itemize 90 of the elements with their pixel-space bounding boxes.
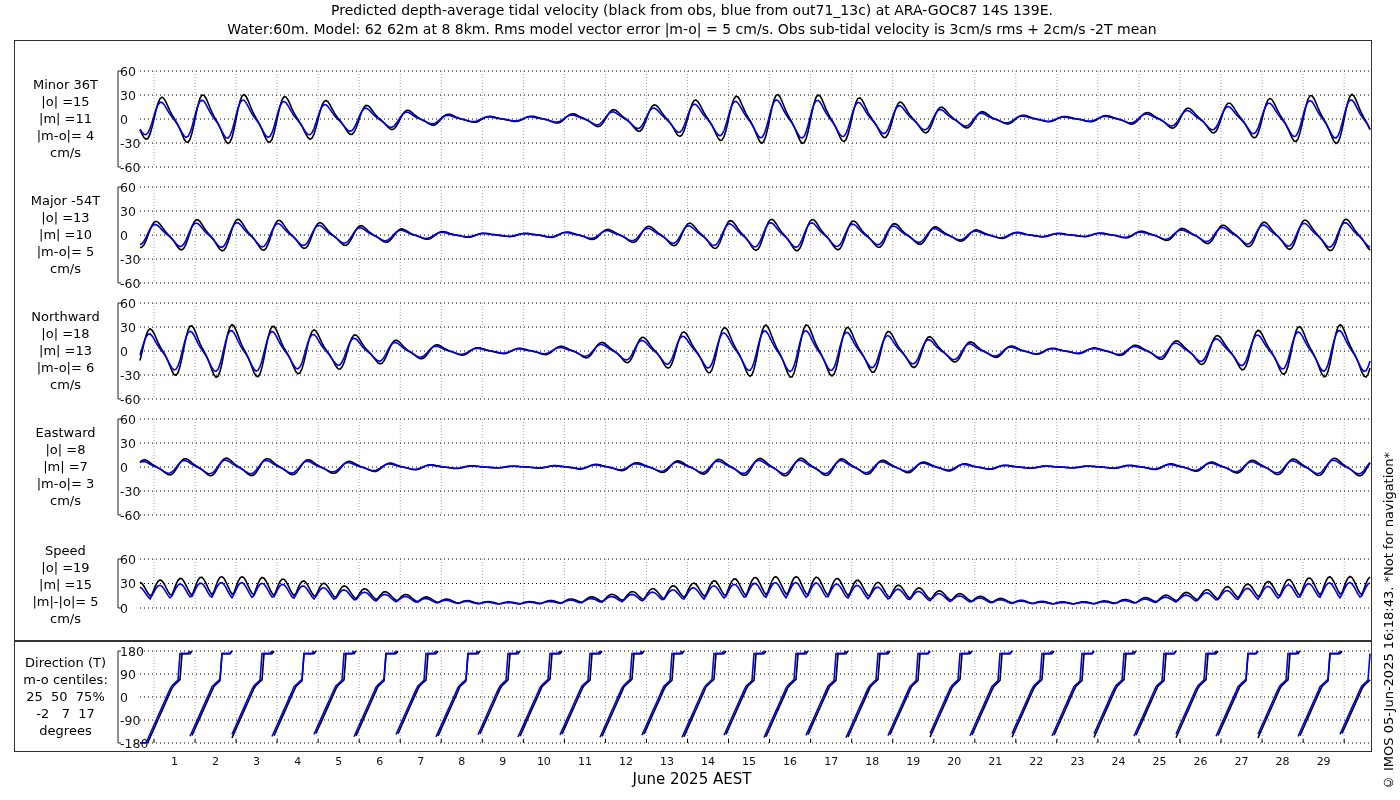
axis-tick-label: 30: [120, 87, 136, 103]
axis-tick-label: 60: [120, 63, 136, 79]
axis-tick-label: 22: [1029, 755, 1044, 768]
axis-tick-label: 24: [1111, 755, 1126, 768]
chart-title: Water:60m. Model: 62 62m at 8 8km. Rms model vector error |m-o| = 5 cm/s. Obs sub-tidal velocity is 3cm/s rms + 2cm/s -2T mean: [227, 20, 1157, 39]
panel-label: Minor 36T: [33, 76, 98, 93]
axis-tick-label: 30: [120, 435, 136, 451]
axis-tick-label: -60: [120, 507, 141, 523]
axis-tick-label: 0: [120, 227, 128, 243]
axis-tick-label: 17: [824, 755, 839, 768]
axis-tick-label: 10: [536, 755, 551, 768]
panel-label: |m-o|= 3: [36, 475, 95, 492]
axis-tick-label: 0: [120, 111, 128, 127]
axis-tick-label: 18: [865, 755, 880, 768]
axis-tick-label: 60: [120, 551, 136, 567]
panel-label: |o| =15: [41, 93, 90, 110]
panel-label: Major -54T: [30, 192, 101, 209]
axis-tick-label: -30: [120, 251, 141, 267]
panel-label: |m|-|o|= 5: [32, 593, 99, 610]
panel-label: |o| =13: [41, 209, 90, 226]
panel-label: |m| =13: [39, 342, 92, 359]
axis-tick-label: 60: [120, 411, 136, 427]
axis-tick-label: 21: [988, 755, 1003, 768]
panel-label: Speed: [45, 542, 86, 559]
axis-tick-label: 90: [120, 666, 136, 682]
panel-label: |o| =19: [41, 559, 90, 576]
axis-tick-label: 20: [947, 755, 962, 768]
axis-tick-label: -30: [120, 367, 141, 383]
axis-tick-label: -30: [120, 135, 141, 151]
axis-tick-label: 8: [458, 755, 466, 768]
axis-tick-label: 14: [701, 755, 716, 768]
axis-tick-label: 4: [294, 755, 302, 768]
axis-tick-label: 16: [783, 755, 798, 768]
panel-label: Eastward: [35, 424, 96, 441]
panel-label: -2 7 17: [36, 705, 95, 722]
axis-tick-label: -90: [120, 712, 141, 728]
panel-label: cm/s: [50, 260, 81, 277]
axis-tick-label: 0: [120, 689, 128, 705]
panel-label: |o| =8: [45, 441, 86, 458]
axis-tick-label: 26: [1193, 755, 1208, 768]
axis-tick-label: 6: [376, 755, 384, 768]
panel-label: cm/s: [50, 376, 81, 393]
panel-label: Northward: [31, 308, 100, 325]
panel-label: 25 50 75%: [26, 688, 105, 705]
axis-tick-label: 1: [171, 755, 178, 768]
footer-note: © IMOS 05-Jun-2025 16:18:43. *Not for navigation*: [1381, 451, 1397, 790]
panel-label: cm/s: [50, 144, 81, 161]
panel-label: |m| =7: [43, 458, 88, 475]
axis-tick-label: 180: [120, 643, 144, 659]
panel-label: cm/s: [50, 610, 81, 627]
panel-label: m-o centiles:: [23, 671, 108, 688]
panel-label: |m| =10: [39, 226, 92, 243]
axis-tick-label: 30: [120, 576, 136, 591]
axis-tick-label: 3: [253, 755, 261, 768]
axis-tick-label: 12: [618, 755, 633, 768]
axis-tick-label: 5: [335, 755, 343, 768]
axis-tick-label: 0: [120, 459, 128, 475]
axis-tick-label: 25: [1152, 755, 1167, 768]
axis-tick-label: 29: [1316, 755, 1331, 768]
axis-tick-label: 13: [660, 755, 674, 768]
axis-title: June 2025 AEST: [632, 770, 752, 788]
axis-tick-label: -60: [120, 159, 141, 175]
axis-tick-label: 27: [1234, 755, 1249, 768]
panel-label: |o| =18: [41, 325, 90, 342]
panel-label: degrees: [39, 722, 92, 739]
panel-label: |m-o|= 6: [36, 359, 95, 376]
panel-label: Direction (T): [25, 654, 106, 671]
panel-label: |m-o|= 4: [36, 127, 95, 144]
panel-label: |m| =11: [39, 110, 92, 127]
chart-title: Predicted depth-average tidal velocity (black from obs, blue from out71_13c) at ARA-GOC87 14S 139E.: [331, 1, 1053, 20]
axis-tick-label: 11: [577, 755, 592, 768]
axis-tick-label: 23: [1070, 755, 1085, 768]
axis-tick-label: -30: [120, 483, 141, 499]
axis-tick-label: 28: [1275, 755, 1290, 768]
panel-label: |m-o|= 5: [36, 243, 95, 260]
axis-tick-label: 7: [417, 755, 425, 768]
axis-tick-label: 0: [120, 600, 128, 616]
axis-tick-label: -60: [120, 391, 141, 407]
axis-tick-label: 2: [212, 755, 220, 768]
axis-tick-label: 0: [120, 343, 128, 359]
axis-tick-label: 30: [120, 203, 136, 219]
axis-tick-label: 30: [120, 319, 136, 335]
axis-tick-label: -60: [120, 275, 141, 291]
axis-tick-label: 60: [120, 295, 136, 311]
panel-label: cm/s: [50, 492, 81, 509]
panel-label: |m| =15: [39, 576, 92, 593]
axis-tick-label: 19: [906, 755, 921, 768]
axis-tick-label: 60: [120, 179, 136, 195]
axis-tick-label: 9: [499, 755, 507, 768]
axis-tick-label: 15: [742, 755, 757, 768]
